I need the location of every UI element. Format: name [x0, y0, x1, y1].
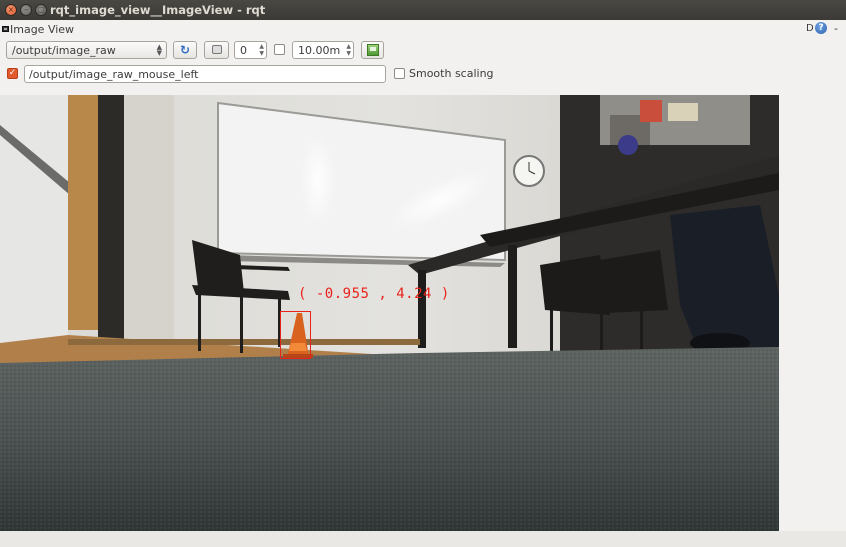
- window-maximize-button[interactable]: □: [35, 4, 47, 16]
- smooth-scaling-checkbox[interactable]: [394, 68, 405, 79]
- dock-title: Image View: [10, 23, 75, 36]
- dock-widget-icon: [2, 26, 9, 32]
- dock-close-button[interactable]: -: [834, 22, 838, 35]
- save-image-button[interactable]: [361, 41, 384, 59]
- window-title: rqt_image_view__ImageView - rqt: [50, 3, 266, 17]
- detection-coordinate-label: ( -0.955 , 4.24 ): [298, 286, 450, 302]
- updown-arrow-icon: ▲ ▼: [156, 43, 162, 57]
- topic-select-value: /output/image_raw: [12, 44, 116, 57]
- publish-mouse-checkbox[interactable]: ✓: [7, 68, 18, 79]
- refresh-topics-button[interactable]: ↻: [173, 41, 197, 59]
- window-close-button[interactable]: ×: [5, 4, 17, 16]
- camera-scene: [0, 95, 779, 531]
- refresh-icon: ↻: [180, 43, 191, 57]
- dock-d-button[interactable]: D: [806, 23, 814, 34]
- window-title-bar: × – □ rqt_image_view__ImageView - rqt: [0, 0, 846, 20]
- max-range-spinbox[interactable]: 10.00m ▲ ▼: [292, 41, 354, 59]
- rotate-button[interactable]: [204, 41, 229, 59]
- mouse-topic-value: /output/image_raw_mouse_left: [29, 68, 199, 81]
- camera-image[interactable]: ( -0.955 , 4.24 ): [0, 95, 779, 531]
- dock-header: Image View D ? -: [0, 21, 846, 38]
- mouse-topic-input[interactable]: /output/image_raw_mouse_left: [24, 65, 386, 83]
- spin-arrows-icon[interactable]: ▲ ▼: [346, 43, 351, 57]
- max-range-value: 10.00m: [298, 44, 341, 57]
- status-strip: [0, 531, 846, 547]
- help-icon[interactable]: ?: [815, 22, 827, 34]
- spin-arrows-icon[interactable]: ▲ ▼: [259, 43, 264, 57]
- smooth-scaling-label: Smooth scaling: [409, 67, 494, 80]
- detection-bounding-box: [280, 311, 311, 359]
- rotation-value: 0: [240, 44, 247, 57]
- dynamic-range-checkbox[interactable]: [274, 44, 285, 55]
- rotation-spinbox[interactable]: 0 ▲ ▼: [234, 41, 267, 59]
- save-icon: [367, 44, 379, 56]
- window-minimize-button[interactable]: –: [20, 4, 32, 16]
- topic-select[interactable]: /output/image_raw ▲ ▼: [6, 41, 167, 59]
- rotate-icon: [212, 45, 222, 54]
